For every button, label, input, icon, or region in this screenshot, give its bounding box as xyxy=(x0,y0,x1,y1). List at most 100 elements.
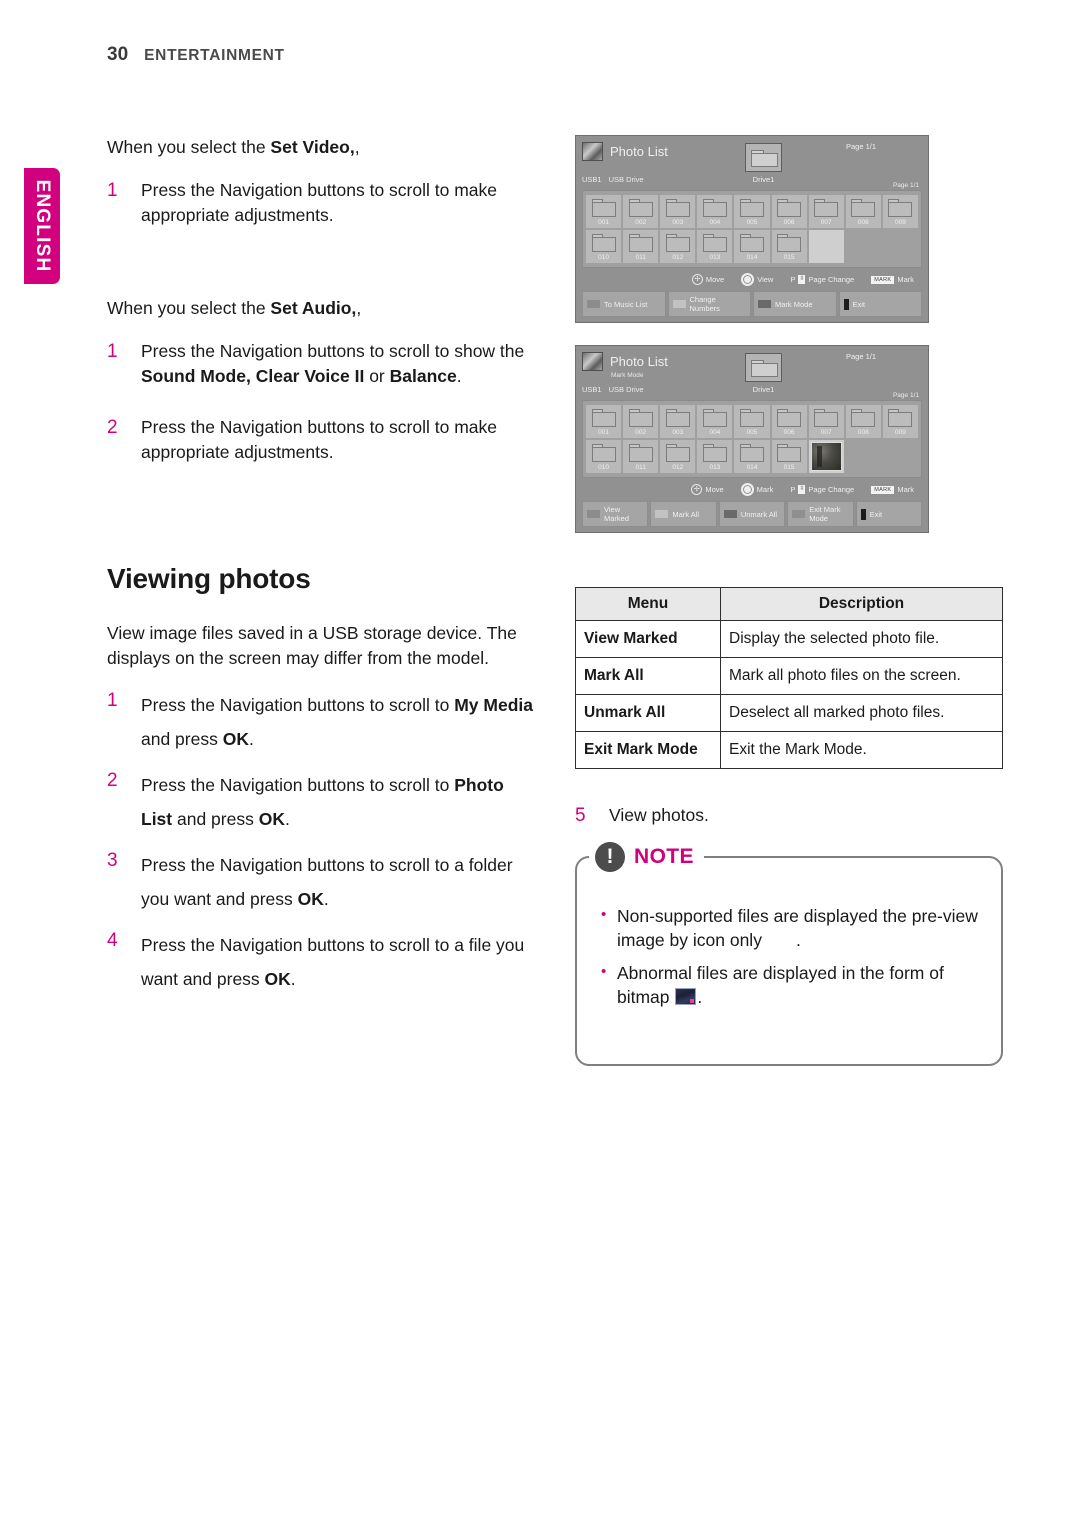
button-to-music-list[interactable]: To Music List xyxy=(582,291,666,317)
folder-label: 011 xyxy=(635,464,646,471)
list-item: Abnormal files are displayed in the form… xyxy=(599,961,979,1010)
selected-empty-cell[interactable] xyxy=(808,230,844,263)
current-folder-tile[interactable]: Drive1 xyxy=(745,353,782,394)
hint-label: View xyxy=(757,275,774,284)
folder-cell[interactable]: 013 xyxy=(697,440,733,473)
folder-icon xyxy=(628,199,653,217)
step-number: 5 xyxy=(575,805,586,826)
button-exit-mark-mode[interactable]: Exit Mark Mode xyxy=(787,501,854,527)
folder-cell[interactable]: 009 xyxy=(882,195,918,228)
folder-icon xyxy=(628,409,653,427)
step-number: 1 xyxy=(107,689,118,711)
set-video-step-1: 1 Press the Navigation buttons to scroll… xyxy=(107,178,537,228)
current-folder-tile[interactable]: Drive1 xyxy=(745,143,782,184)
cell-description: Deselect all marked photo files. xyxy=(720,694,1003,732)
button-label: Mark All xyxy=(672,509,700,519)
folder-cell[interactable]: 010 xyxy=(586,230,622,263)
folder-cell[interactable]: 006 xyxy=(771,195,807,228)
exclamation-icon: ! xyxy=(595,841,625,872)
cell-description: Display the selected photo file. xyxy=(720,620,1003,658)
ok-button-icon xyxy=(740,483,754,496)
folder-icon xyxy=(814,409,839,427)
folder-icon xyxy=(702,234,727,252)
page-prefix: P xyxy=(790,485,796,494)
yellow-swatch-icon xyxy=(758,300,771,308)
step-text-part: Press the Navigation buttons to scroll t… xyxy=(141,774,455,795)
folder-cell[interactable]: 009 xyxy=(882,405,918,438)
button-change-numbers[interactable]: Change Numbers xyxy=(667,291,751,317)
set-audio-term: Set Audio, xyxy=(270,298,357,319)
button-exit[interactable]: Exit xyxy=(855,501,923,527)
cell-menu: Mark All xyxy=(575,657,721,695)
page-updown-icon: ⇳ xyxy=(798,485,806,494)
folder-cell[interactable]: 014 xyxy=(734,440,770,473)
folder-label: 006 xyxy=(783,219,795,226)
folder-cell[interactable]: 007 xyxy=(808,405,844,438)
folder-cell[interactable]: 011 xyxy=(623,440,659,473)
folder-icon xyxy=(665,409,690,427)
folder-cell[interactable]: 010 xyxy=(586,440,622,473)
ok-key-term: OK xyxy=(297,889,324,910)
step-text-part: and press xyxy=(141,728,223,749)
set-audio-step-2: 2 Press the Navigation buttons to scroll… xyxy=(107,415,537,465)
folder-cell[interactable]: 001 xyxy=(586,405,622,438)
source-name: USB Drive xyxy=(608,175,644,184)
green-swatch-icon xyxy=(672,300,686,308)
folder-cell[interactable]: 008 xyxy=(845,195,881,228)
hint-move: ✢ Move xyxy=(691,484,724,495)
button-unmark-all[interactable]: Unmark All xyxy=(718,501,786,527)
note-text: Abnormal files are displayed in the form… xyxy=(617,962,944,1008)
folder-cell[interactable]: 002 xyxy=(623,405,659,438)
step-text-part: or xyxy=(364,366,390,387)
note-body: Non-supported files are displayed the pr… xyxy=(575,855,1003,1066)
button-mark-mode[interactable]: Mark Mode xyxy=(753,291,837,317)
step-text-part: . xyxy=(323,889,329,910)
folder-cell[interactable]: 001 xyxy=(586,195,622,228)
folder-icon xyxy=(702,444,727,462)
folder-cell[interactable]: 004 xyxy=(697,195,733,228)
app-title: Photo List xyxy=(610,354,668,369)
selected-photo-cell[interactable] xyxy=(808,440,844,473)
viewing-photos-step-4: 4 Press the Navigation buttons to scroll… xyxy=(107,928,537,996)
button-mark-all[interactable]: Mark All xyxy=(650,501,717,527)
menu-term: My Media xyxy=(454,694,533,715)
hint-label: Move xyxy=(705,485,724,494)
folder-cell[interactable]: 005 xyxy=(734,405,770,438)
step-text-part: and press xyxy=(172,808,259,829)
page-indicator-top: Page 1/1 xyxy=(845,142,876,151)
folder-label: 006 xyxy=(783,429,795,436)
button-label: Exit Mark Mode xyxy=(809,505,841,523)
folder-cell[interactable]: 004 xyxy=(697,405,733,438)
folder-cell[interactable]: 002 xyxy=(623,195,659,228)
folder-label: 004 xyxy=(709,429,721,436)
step-text: Press the Navigation buttons to scroll t… xyxy=(141,688,537,756)
folder-cell[interactable]: 008 xyxy=(845,405,881,438)
folder-cell[interactable]: 003 xyxy=(660,405,696,438)
folder-icon xyxy=(702,409,727,427)
folder-cell[interactable]: 007 xyxy=(808,195,844,228)
folder-cell[interactable]: 015 xyxy=(771,230,807,263)
step-text: View photos. xyxy=(609,805,709,825)
folder-cell[interactable]: 011 xyxy=(623,230,659,263)
set-video-term: Set Video, xyxy=(270,137,355,157)
folder-cell[interactable]: 015 xyxy=(771,440,807,473)
folder-icon xyxy=(665,234,690,252)
current-folder-label: Drive1 xyxy=(752,175,775,184)
step-text: Press the Navigation buttons to scroll t… xyxy=(141,768,537,836)
step-number: 3 xyxy=(107,850,118,872)
folder-cell[interactable]: 012 xyxy=(660,440,696,473)
folder-cell[interactable]: 012 xyxy=(660,230,696,263)
ok-key-term: OK xyxy=(258,808,285,829)
button-exit[interactable]: Exit xyxy=(838,291,922,317)
folder-icon xyxy=(739,199,764,217)
folder-cell[interactable]: 014 xyxy=(734,230,770,263)
folder-cell[interactable]: 013 xyxy=(697,230,733,263)
folder-label: 010 xyxy=(598,254,609,261)
menu-description-table: Menu Description View Marked Display the… xyxy=(575,587,1003,769)
folder-cell[interactable]: 006 xyxy=(771,405,807,438)
folder-cell[interactable]: 005 xyxy=(734,195,770,228)
folder-grid-row-1: 001 002 003 004 005 006 007 008 009 xyxy=(586,405,918,438)
folder-icon xyxy=(851,409,876,427)
folder-cell[interactable]: 003 xyxy=(660,195,696,228)
button-view-marked[interactable]: View Marked xyxy=(582,501,649,527)
